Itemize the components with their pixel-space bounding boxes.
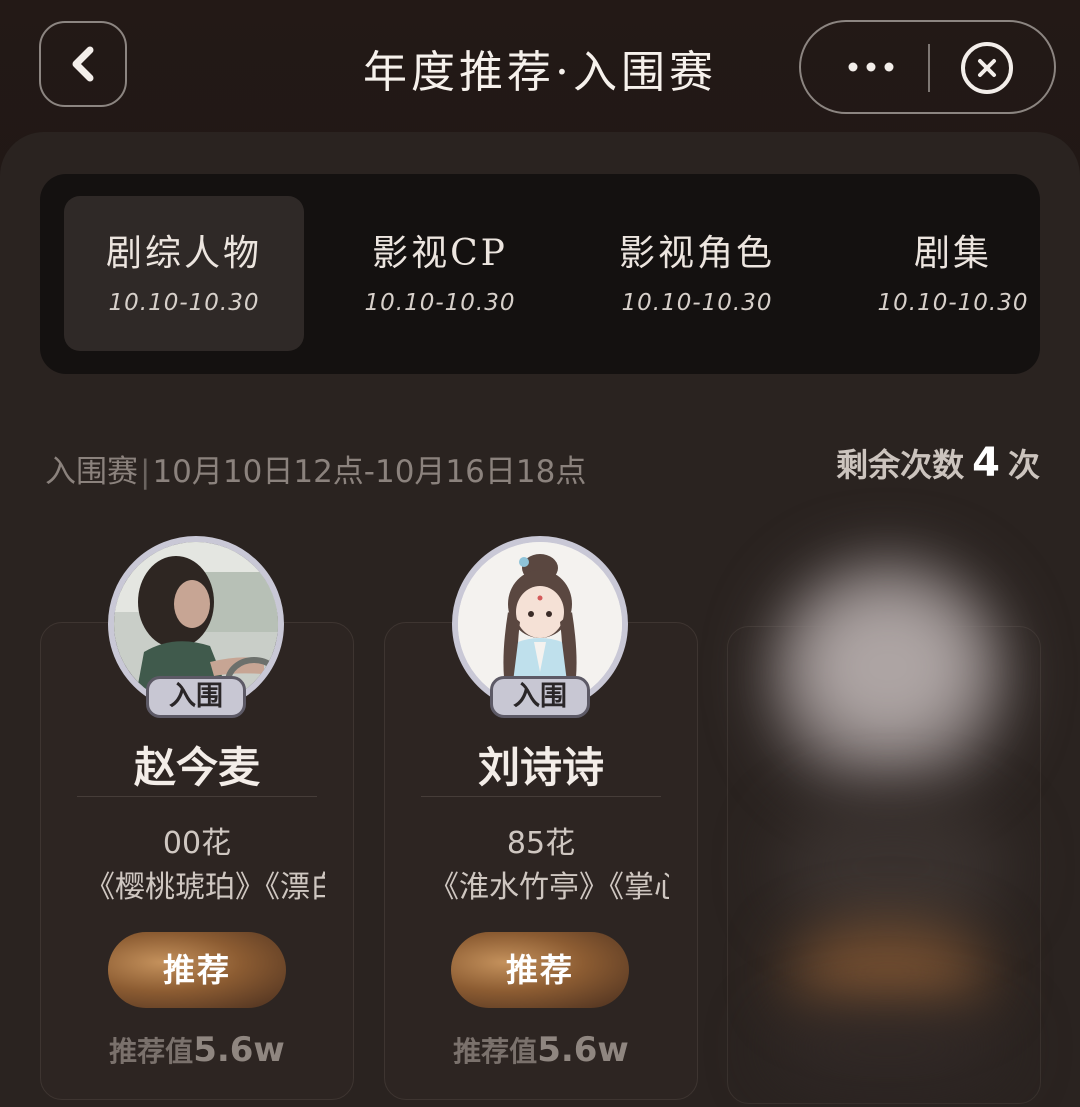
close-circle-icon <box>978 59 996 77</box>
phase-separator: | <box>140 454 151 490</box>
header-bar: 年度推荐·入围赛 <box>0 0 1080 130</box>
blurred-text <box>778 797 1008 937</box>
recommend-button[interactable]: 推荐 <box>108 932 286 1008</box>
tab-label: 剧综人物 <box>105 233 262 274</box>
tab-film-role[interactable]: 影视角色 10.10-10.30 <box>577 196 817 351</box>
name-divider <box>421 796 661 797</box>
candidate-tag: 00花 <box>162 826 232 861</box>
candidate-card-blurred[interactable] <box>727 557 1041 1104</box>
recommend-value-label: 推荐值 <box>453 1035 538 1068</box>
tab-date: 10.10-10.30 <box>364 290 516 316</box>
candidate-avatar-wrap: 入围 <box>452 536 632 718</box>
tab-label: 影视CP <box>372 233 508 274</box>
candidate-works: 《樱桃琥珀》《漂白 <box>85 870 325 905</box>
remaining-unit: 次 <box>1007 446 1040 484</box>
page: 年度推荐·入围赛 剧综人物 10.10-10.30 影视CP 10.10-10.… <box>0 0 1080 1107</box>
remaining-label: 剩余次数 <box>836 446 965 484</box>
phase-time: 10月10日12点-10月16日18点 <box>152 454 587 490</box>
candidate-name: 刘诗诗 <box>477 743 604 792</box>
tab-date: 10.10-10.30 <box>621 290 773 316</box>
phase-name: 入围赛 <box>45 454 138 490</box>
recommend-value-number: 5.6w <box>537 1030 629 1070</box>
recommend-value: 推荐值5.6w <box>384 1030 698 1070</box>
category-tabs: 剧综人物 10.10-10.30 影视CP 10.10-10.30 影视角色 1… <box>40 174 1040 374</box>
tab-label: 影视角色 <box>618 233 775 274</box>
tab-series[interactable]: 剧集 10.10-10.30 <box>833 196 1073 351</box>
candidate-works: 《淮水竹亭》《掌心 <box>429 870 669 905</box>
tab-film-cp[interactable]: 影视CP 10.10-10.30 <box>320 196 560 351</box>
tab-label: 剧集 <box>913 233 992 274</box>
blurred-value <box>768 1007 1008 1087</box>
remaining-votes: 剩余次数 4 次 <box>836 440 1040 486</box>
shortlist-badge: 入围 <box>490 676 590 718</box>
mini-program-capsule <box>799 20 1056 114</box>
phase-info-row: 入围赛|10月10日12点-10月16日18点 剩余次数 4 次 <box>45 440 1040 490</box>
blurred-face <box>798 587 978 747</box>
candidate-avatar-wrap: 入围 <box>108 536 288 718</box>
tab-date: 10.10-10.30 <box>108 290 260 316</box>
recommend-value-label: 推荐值 <box>109 1035 194 1068</box>
candidate-name: 赵今麦 <box>133 743 260 792</box>
blurred-button <box>788 927 988 1017</box>
tab-date: 10.10-10.30 <box>877 290 1029 316</box>
shortlist-badge: 入围 <box>146 676 246 718</box>
phase-info: 入围赛|10月10日12点-10月16日18点 <box>45 446 586 491</box>
recommend-value: 推荐值5.6w <box>40 1030 354 1070</box>
close-button[interactable] <box>961 42 1013 94</box>
tab-drama-variety-person[interactable]: 剧综人物 10.10-10.30 <box>64 196 304 351</box>
recommend-button[interactable]: 推荐 <box>451 932 629 1008</box>
more-dots-icon <box>848 62 894 72</box>
remaining-count: 4 <box>972 440 1000 486</box>
capsule-divider <box>928 44 930 92</box>
name-divider <box>77 796 317 797</box>
more-button[interactable] <box>831 22 911 112</box>
candidate-tag: 85花 <box>506 826 576 861</box>
recommend-value-number: 5.6w <box>193 1030 285 1070</box>
